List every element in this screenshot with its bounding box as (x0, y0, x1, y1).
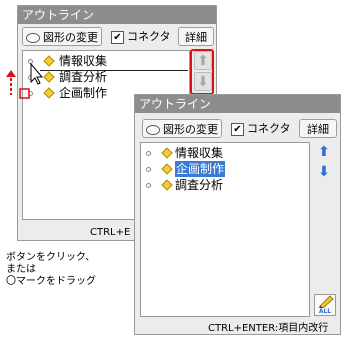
all-label: ALL (318, 308, 332, 315)
panel-title: アウトライン (135, 95, 340, 113)
list-item-selected[interactable]: 企画制作 (141, 161, 309, 177)
list-item[interactable]: 調査分析 (141, 177, 309, 193)
ellipse-icon (26, 33, 40, 43)
caption-line: ボタンをクリック、 (6, 252, 96, 263)
drag-handle-icon[interactable] (146, 167, 151, 172)
checkbox-check-icon: ✔ (231, 122, 244, 136)
drag-guide-arrow (6, 62, 44, 99)
detail-button[interactable]: 詳細 (178, 27, 214, 46)
move-down-icon[interactable]: ⬇ (315, 163, 333, 182)
item-label: 情報収集 (175, 146, 224, 160)
edit-all-button[interactable]: ALL (314, 294, 336, 316)
outline-panel-after: アウトライン 図形の変更 ✔ コネクタ 詳細 情報収集 企画制作 調査分析 ⬆ ⬇ (134, 94, 341, 335)
drop-indicator-line (40, 70, 188, 71)
move-up-icon[interactable]: ⬆ (315, 143, 333, 162)
mouse-cursor-icon (30, 62, 44, 85)
connector-label: コネクタ (127, 30, 171, 43)
diamond-bullet-icon (161, 147, 173, 159)
drag-handle-icon[interactable] (146, 151, 151, 156)
change-shape-label: 図形の変更 (43, 31, 98, 44)
red-up-arrow-icon (6, 70, 16, 77)
caption-line: または (6, 264, 36, 275)
diamond-bullet-icon (161, 163, 173, 175)
move-up-icon[interactable]: ⬆ (194, 51, 212, 70)
item-label: 企画制作 (175, 161, 226, 177)
connector-checkbox[interactable]: ✔ コネクタ (111, 27, 171, 46)
change-shape-button[interactable]: 図形の変更 (22, 27, 102, 46)
pencil-icon (319, 295, 334, 308)
change-shape-label: 図形の変更 (163, 123, 218, 136)
drag-source-marker-icon (19, 88, 30, 99)
caption-line: 〇マークをドラッグ (6, 276, 96, 287)
item-label: 企画制作 (59, 86, 108, 100)
connector-label: コネクタ (247, 122, 291, 135)
outline-list[interactable]: 情報収集 企画制作 調査分析 (140, 142, 310, 317)
item-label: 調査分析 (59, 70, 108, 84)
panel-title: アウトライン (18, 6, 216, 24)
ellipse-icon (146, 125, 160, 135)
detail-button[interactable]: 詳細 (299, 119, 337, 138)
drag-handle-icon[interactable] (146, 183, 151, 188)
checkbox-check-icon: ✔ (111, 30, 124, 44)
list-item[interactable]: 情報収集 (141, 145, 309, 161)
shortcut-hint: CTRL+ENTER:項目内改行 (208, 323, 329, 334)
change-shape-button[interactable]: 図形の変更 (142, 119, 222, 138)
item-label: 情報収集 (59, 54, 108, 68)
diamond-bullet-icon (161, 179, 173, 191)
move-down-icon[interactable]: ⬇ (194, 72, 212, 91)
item-label: 調査分析 (175, 178, 224, 192)
connector-checkbox[interactable]: ✔ コネクタ (231, 119, 291, 138)
shortcut-hint: CTRL+E (90, 227, 131, 238)
